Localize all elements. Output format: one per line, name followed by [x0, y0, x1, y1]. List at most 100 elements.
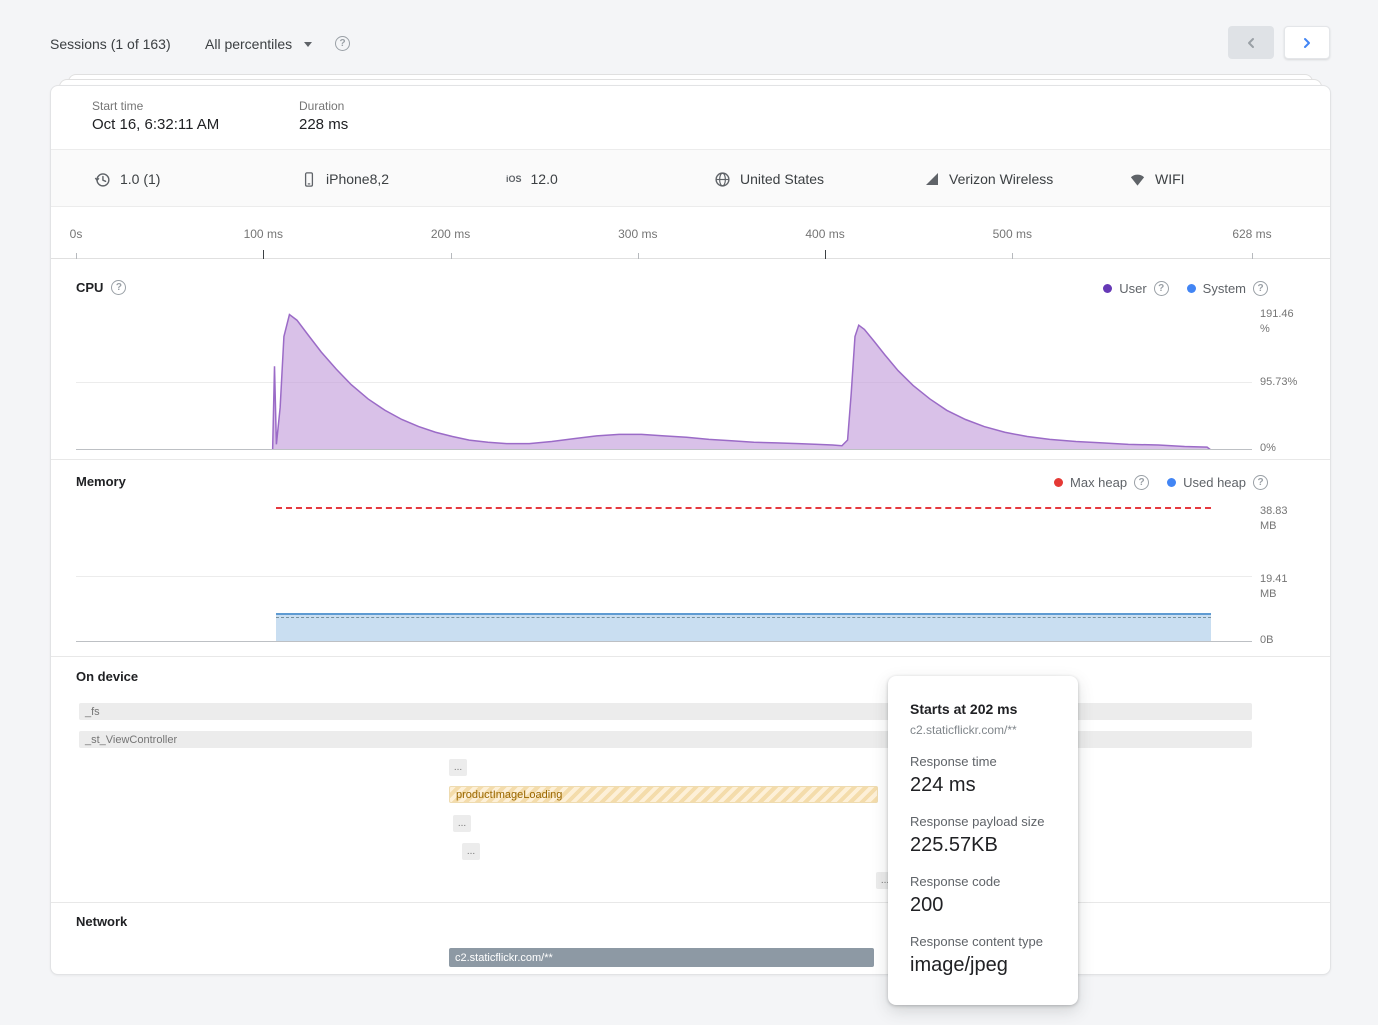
- help-icon[interactable]: [111, 280, 126, 295]
- cpu-section-title: CPU: [76, 280, 126, 295]
- cpu-axis-line: [76, 449, 1252, 450]
- memory-ymax-label: 38.83 MB: [1260, 504, 1288, 534]
- os-version-label: 12.0: [531, 171, 558, 187]
- percentile-dropdown-label: All percentiles: [205, 36, 292, 52]
- legend-used-heap: Used heap: [1167, 475, 1268, 490]
- response-time-label: Response time: [910, 754, 1056, 769]
- tick-mark: [1252, 253, 1253, 259]
- section-divider: [51, 656, 1330, 657]
- session-detail-card: Start time Oct 16, 6:32:11 AM Duration 2…: [50, 85, 1331, 975]
- tick-label: 200 ms: [431, 227, 470, 241]
- response-payload-size-label: Response payload size: [910, 814, 1056, 829]
- carrier-item: Verizon Wireless: [924, 150, 1053, 208]
- response-code-label: Response code: [910, 874, 1056, 889]
- cpu-chart[interactable]: [76, 311, 1252, 450]
- country-label: United States: [740, 171, 824, 187]
- performance-session-page: Sessions (1 of 163) All percentiles Star…: [0, 0, 1378, 1025]
- network-request-label: c2.staticflickr.com/**: [455, 952, 553, 964]
- tick-label: 500 ms: [993, 227, 1032, 241]
- help-icon[interactable]: [335, 36, 350, 51]
- memory-legend: Max heap Used heap: [1054, 475, 1268, 490]
- phone-icon: [301, 171, 317, 188]
- response-payload-size-value: 225.57KB: [910, 834, 1056, 857]
- used-heap-band: [276, 613, 1211, 642]
- radio-label: WIFI: [1155, 171, 1185, 187]
- help-icon[interactable]: [1134, 475, 1149, 490]
- timeline-ruler: 0s 100 ms 200 ms 300 ms 400 ms 500 ms 62…: [51, 211, 1330, 259]
- trace-collapsed-chip[interactable]: ...: [453, 815, 471, 832]
- start-time-label: Start time: [92, 99, 219, 113]
- legend-system: System: [1187, 281, 1268, 296]
- app-version-history-icon: [94, 171, 111, 188]
- percentile-dropdown[interactable]: All percentiles: [203, 33, 314, 55]
- legend-system-label: System: [1203, 281, 1246, 296]
- tick-label: 0s: [70, 227, 83, 241]
- help-icon[interactable]: [1253, 475, 1268, 490]
- ios-icon: iOS: [506, 174, 522, 184]
- device-model-label: iPhone8,2: [326, 171, 389, 187]
- tick-mark: [263, 250, 264, 259]
- trace-bar-label: _fs: [85, 706, 100, 718]
- used-heap-dot-icon: [1167, 478, 1176, 487]
- tick-label: 300 ms: [618, 227, 657, 241]
- cpu-y-axis: 191.46 % 95.73% 0%: [1260, 311, 1322, 450]
- trace-bar-label: productImageLoading: [456, 789, 562, 801]
- app-version-label: 1.0 (1): [120, 171, 160, 187]
- cpu-title-text: CPU: [76, 280, 103, 295]
- duration-value: 228 ms: [299, 116, 348, 133]
- cpu-ymax-label: 191.46 %: [1260, 307, 1294, 337]
- legend-max-heap: Max heap: [1054, 475, 1149, 490]
- network-section-title: Network: [76, 914, 127, 929]
- legend-user: User: [1103, 281, 1168, 296]
- tooltip-title: Starts at 202 ms: [910, 701, 1056, 717]
- next-session-button[interactable]: [1284, 26, 1330, 59]
- section-divider: [51, 459, 1330, 460]
- memory-chart[interactable]: [76, 501, 1252, 642]
- cpu-user-area: [76, 311, 1252, 450]
- memory-y-axis: 38.83 MB 19.41 MB 0B: [1260, 501, 1322, 642]
- sessions-count-label: Sessions (1 of 163): [50, 36, 171, 52]
- tick-label: 628 ms: [1232, 227, 1271, 241]
- network-request-tooltip: Starts at 202 ms c2.staticflickr.com/** …: [888, 676, 1078, 1005]
- tick-label: 400 ms: [805, 227, 844, 241]
- memory-title-text: Memory: [76, 474, 126, 489]
- os-version-item: iOS 12.0: [506, 150, 558, 208]
- legend-max-heap-label: Max heap: [1070, 475, 1127, 490]
- cpu-ymid-label: 95.73%: [1260, 375, 1297, 390]
- cpu-legend: User System: [1103, 281, 1268, 296]
- network-title-text: Network: [76, 914, 127, 929]
- cell-signal-icon: [924, 171, 940, 187]
- duration-label: Duration: [299, 99, 348, 113]
- help-icon[interactable]: [1154, 281, 1169, 296]
- max-heap-dot-icon: [1054, 478, 1063, 487]
- country-item: United States: [714, 150, 824, 208]
- tick-mark: [451, 253, 452, 259]
- previous-session-button[interactable]: [1228, 26, 1274, 59]
- help-icon[interactable]: [1253, 281, 1268, 296]
- chevron-down-icon: [304, 42, 312, 47]
- globe-icon: [714, 171, 731, 188]
- timeline-ruler-scale: 0s 100 ms 200 ms 300 ms 400 ms 500 ms 62…: [76, 211, 1252, 259]
- user-series-dot-icon: [1103, 284, 1112, 293]
- chevron-left-icon: [1243, 35, 1259, 51]
- wifi-icon: [1129, 171, 1146, 187]
- network-request-bar[interactable]: c2.staticflickr.com/**: [449, 948, 874, 967]
- memory-gridline: [76, 576, 1252, 577]
- carrier-label: Verizon Wireless: [949, 171, 1053, 187]
- legend-user-label: User: [1119, 281, 1146, 296]
- section-divider: [51, 902, 1330, 903]
- memory-ymid-label: 19.41 MB: [1260, 572, 1288, 602]
- trace-chip-label: ...: [454, 762, 462, 773]
- trace-collapsed-chip[interactable]: ...: [449, 759, 467, 776]
- device-info-row: 1.0 (1) iPhone8,2 iOS 12.0 United S: [51, 149, 1330, 207]
- response-content-type-value: image/jpeg: [910, 954, 1056, 977]
- used-heap-dashed-line: [276, 617, 1211, 618]
- trace-chip-label: ...: [458, 818, 466, 829]
- start-time-value: Oct 16, 6:32:11 AM: [92, 116, 219, 133]
- legend-used-heap-label: Used heap: [1183, 475, 1246, 490]
- trace-collapsed-chip[interactable]: ...: [462, 843, 480, 860]
- response-time-value: 224 ms: [910, 774, 1056, 797]
- max-heap-line: [276, 507, 1211, 509]
- trace-bar-product-image-loading[interactable]: productImageLoading: [449, 786, 878, 803]
- cpu-ymin-label: 0%: [1260, 441, 1276, 456]
